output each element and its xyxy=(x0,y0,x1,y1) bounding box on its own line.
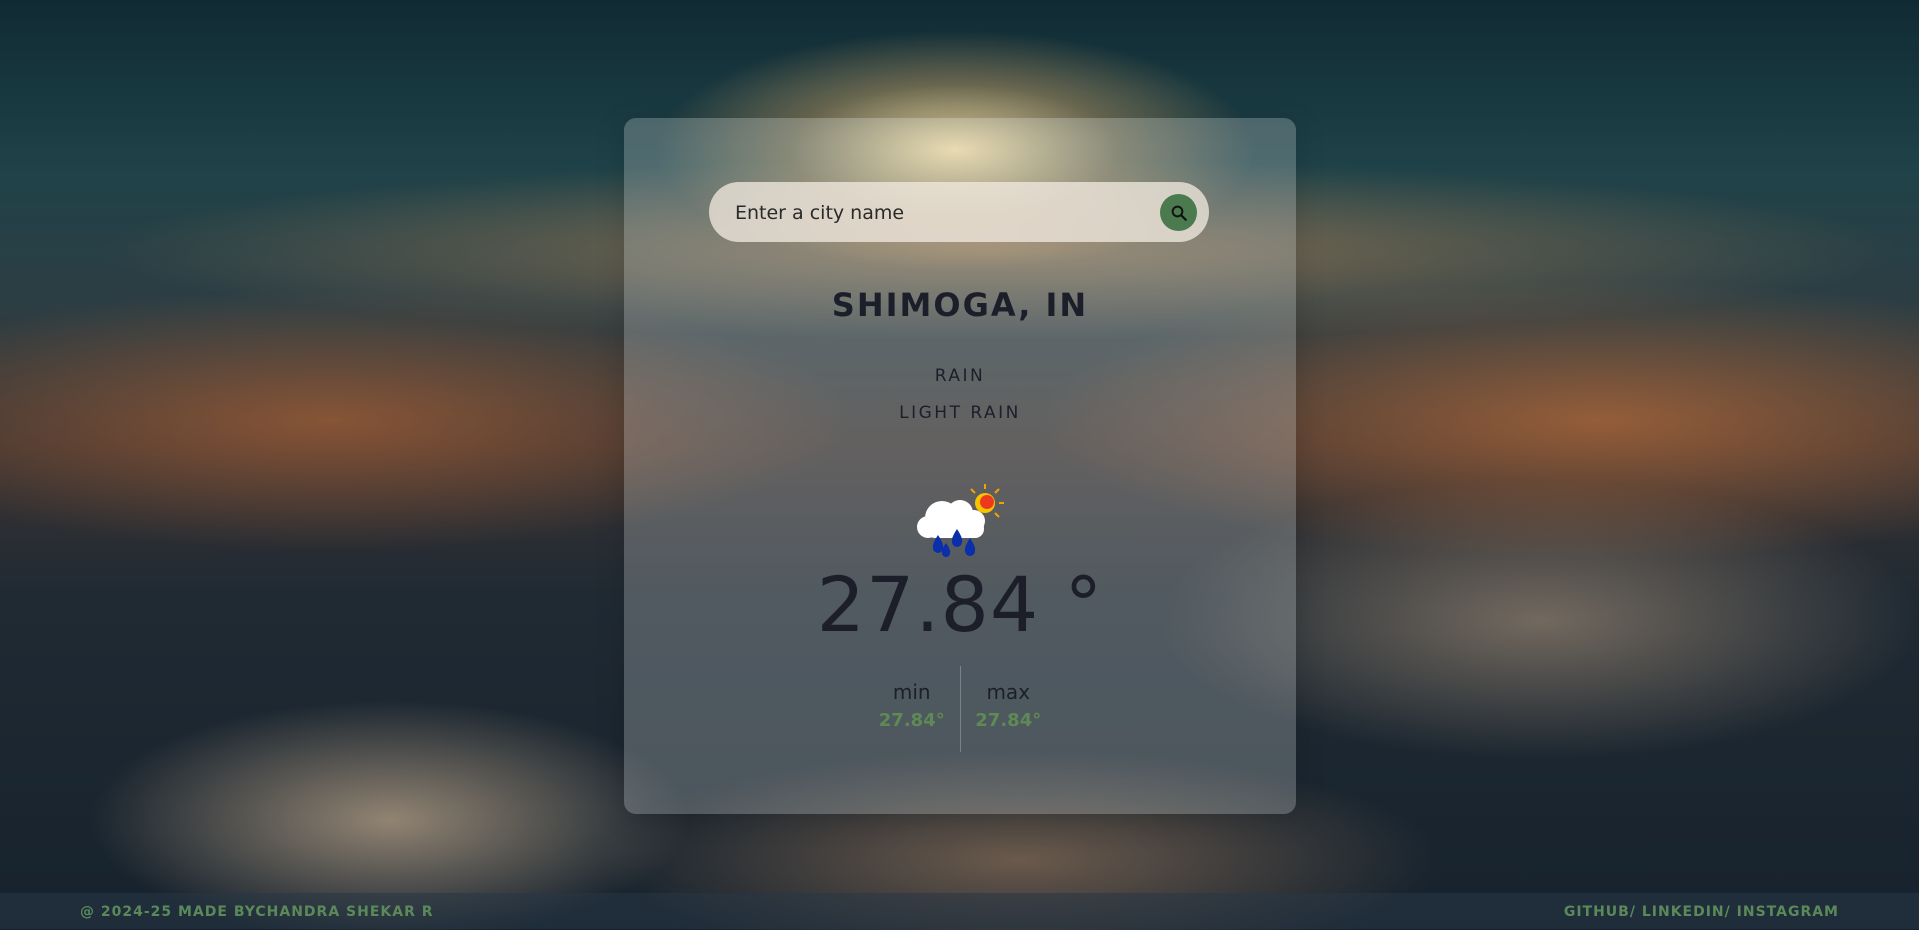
min-max-panel: min 27.84° max 27.84° xyxy=(864,666,1056,752)
search-input[interactable] xyxy=(733,192,1137,234)
weather-main: RAIN xyxy=(934,366,986,386)
search-icon xyxy=(1171,205,1187,221)
footer-links: GITHUB/ LINKEDIN/ INSTAGRAM xyxy=(1564,904,1839,920)
temperature: 27.84 ° xyxy=(816,560,1104,649)
min-label: min xyxy=(892,680,931,704)
search-button[interactable] xyxy=(1160,194,1197,231)
linkedin-link[interactable]: LINKEDIN/ xyxy=(1642,904,1731,920)
footer-credit: @ 2024-25 MADE BYCHANDRA SHEKAR R xyxy=(80,904,434,920)
weather-card: SHIMOGA, IN RAIN LIGHT RAIN 27.84 ° xyxy=(624,118,1296,814)
weather-description: LIGHT RAIN xyxy=(899,403,1021,423)
instagram-link[interactable]: INSTAGRAM xyxy=(1737,904,1839,920)
search-bar xyxy=(709,182,1209,242)
city-name: SHIMOGA, IN xyxy=(831,286,1089,324)
footer: @ 2024-25 MADE BYCHANDRA SHEKAR R GITHUB… xyxy=(0,893,1919,929)
max-value: 27.84° xyxy=(975,710,1042,731)
min-column: min 27.84° xyxy=(864,666,961,752)
rain-sun-icon xyxy=(917,484,1004,557)
max-label: max xyxy=(986,680,1031,704)
github-link[interactable]: GITHUB/ xyxy=(1564,904,1636,920)
min-value: 27.84° xyxy=(878,710,945,731)
max-column: max 27.84° xyxy=(961,666,1057,752)
